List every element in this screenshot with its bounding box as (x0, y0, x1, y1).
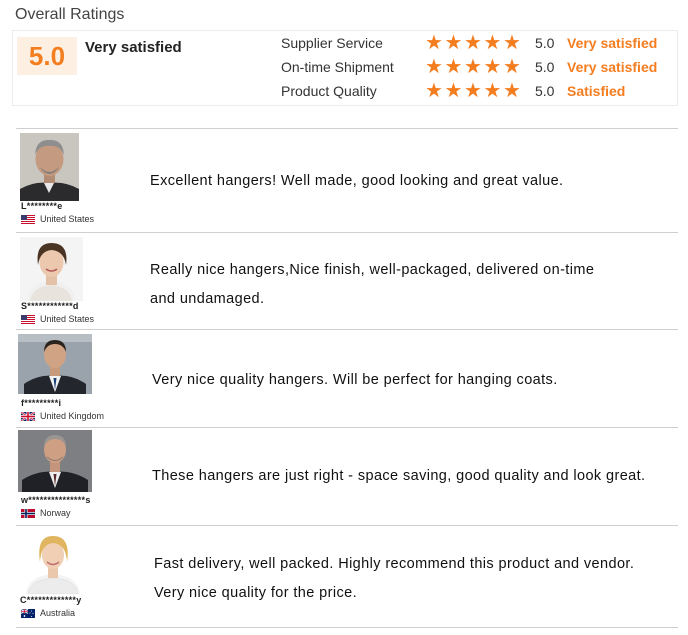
star-icon: ★ (425, 32, 443, 54)
star-rating: ★ ★ ★ ★ ★ (425, 81, 523, 101)
star-icon: ★ (425, 56, 443, 78)
review-text-line: and undamaged. (150, 291, 265, 307)
star-icon: ★ (503, 56, 521, 78)
overall-score-label: Very satisfied (85, 39, 182, 56)
star-icon: ★ (483, 80, 502, 102)
review-text: Fast delivery, well packed. Highly recom… (154, 550, 634, 608)
rating-score: 5.0 (535, 35, 555, 51)
rating-label: Very satisfied (567, 35, 658, 51)
rating-row-product-quality: Product Quality ★ ★ ★ ★ ★ 5.0 Satisfied (281, 80, 625, 102)
country-name: United Kingdom (40, 411, 105, 421)
star-icon: ★ (464, 80, 482, 102)
review-text: These hangers are just right - space sav… (152, 468, 646, 484)
reviewer-name: f*********i (21, 398, 62, 408)
rating-row-on-time-shipment: On-time Shipment ★ ★ ★ ★ ★ 5.0 Very satisfie… (281, 56, 657, 78)
rating-row-supplier-service: Supplier Service ★ ★ ★ ★ ★ 5.0 Very satisfie… (281, 32, 657, 54)
review-text-line: Really nice hangers,Nice finish, well-pa… (150, 262, 595, 278)
reviewer-country: Australia (21, 608, 75, 618)
reviewer-avatar (18, 334, 92, 394)
star-icon: ★ (483, 56, 502, 78)
reviewer-country: United States (21, 214, 94, 224)
star-rating: ★ ★ ★ ★ ★ (425, 33, 523, 53)
reviewer-country: United States (21, 314, 94, 324)
country-name: Norway (40, 508, 71, 518)
reviewer-avatar (20, 532, 86, 594)
rating-score: 5.0 (535, 83, 555, 99)
reviewer-name: L********e (21, 201, 63, 211)
country-name: United States (40, 214, 95, 224)
star-icon: ★ (444, 80, 463, 102)
review-text: Really nice hangers,Nice finish, well-pa… (150, 256, 594, 314)
reviewer-name: C*************y (20, 595, 82, 605)
rating-category: Product Quality (281, 83, 377, 99)
overall-ratings-title: Overall Ratings (15, 6, 125, 23)
rating-summary: 5.0 Very satisfied Supplier Service ★ ★ ★ ★… (12, 30, 678, 106)
rating-score: 5.0 (535, 59, 555, 75)
reviewer-avatar (20, 237, 83, 301)
reviewer-country: Norway (21, 508, 71, 518)
review-list: L********e United States Excellent hange… (16, 128, 678, 628)
review-item: f*********i United Kingdom Very nice qua… (16, 329, 678, 427)
rating-category: Supplier Service (281, 35, 383, 51)
star-icon: ★ (444, 56, 463, 78)
star-rating: ★ ★ ★ ★ ★ (425, 57, 523, 77)
reviewer-country: United Kingdom (21, 411, 104, 421)
overall-score-badge: 5.0 (17, 37, 77, 75)
review-text-line: Fast delivery, well packed. Highly recom… (154, 556, 635, 572)
us-flag-icon (21, 314, 35, 324)
rating-label: Very satisfied (567, 59, 658, 75)
star-icon: ★ (464, 32, 482, 54)
australia-flag-icon (21, 608, 35, 618)
star-icon: ★ (503, 32, 521, 54)
review-text: Very nice quality hangers. Will be perfe… (152, 372, 558, 388)
review-text-line: Very nice quality for the price. (154, 585, 358, 601)
rating-category: On-time Shipment (281, 59, 394, 75)
reviewer-name: w***************s (21, 495, 91, 505)
norway-flag-icon (21, 508, 35, 518)
rating-label: Satisfied (567, 83, 626, 99)
review-item: w***************s Norway These hangers a… (16, 427, 678, 525)
reviewer-avatar (18, 430, 92, 492)
star-icon: ★ (464, 56, 482, 78)
review-item: L********e United States Excellent hange… (16, 128, 678, 232)
review-text: Excellent hangers! Well made, good looki… (150, 173, 564, 189)
reviewer-avatar (20, 133, 79, 201)
star-icon: ★ (444, 32, 463, 54)
review-item: S************d United States Really nice… (16, 232, 678, 329)
review-item: C*************y Australia Fast delivery,… (16, 525, 678, 628)
star-icon: ★ (483, 32, 502, 54)
country-name: Australia (40, 608, 76, 618)
us-flag-icon (21, 214, 35, 224)
reviewer-name: S************d (21, 301, 79, 311)
star-icon: ★ (503, 80, 521, 102)
star-icon: ★ (425, 80, 443, 102)
uk-flag-icon (21, 411, 35, 421)
country-name: United States (40, 314, 95, 324)
